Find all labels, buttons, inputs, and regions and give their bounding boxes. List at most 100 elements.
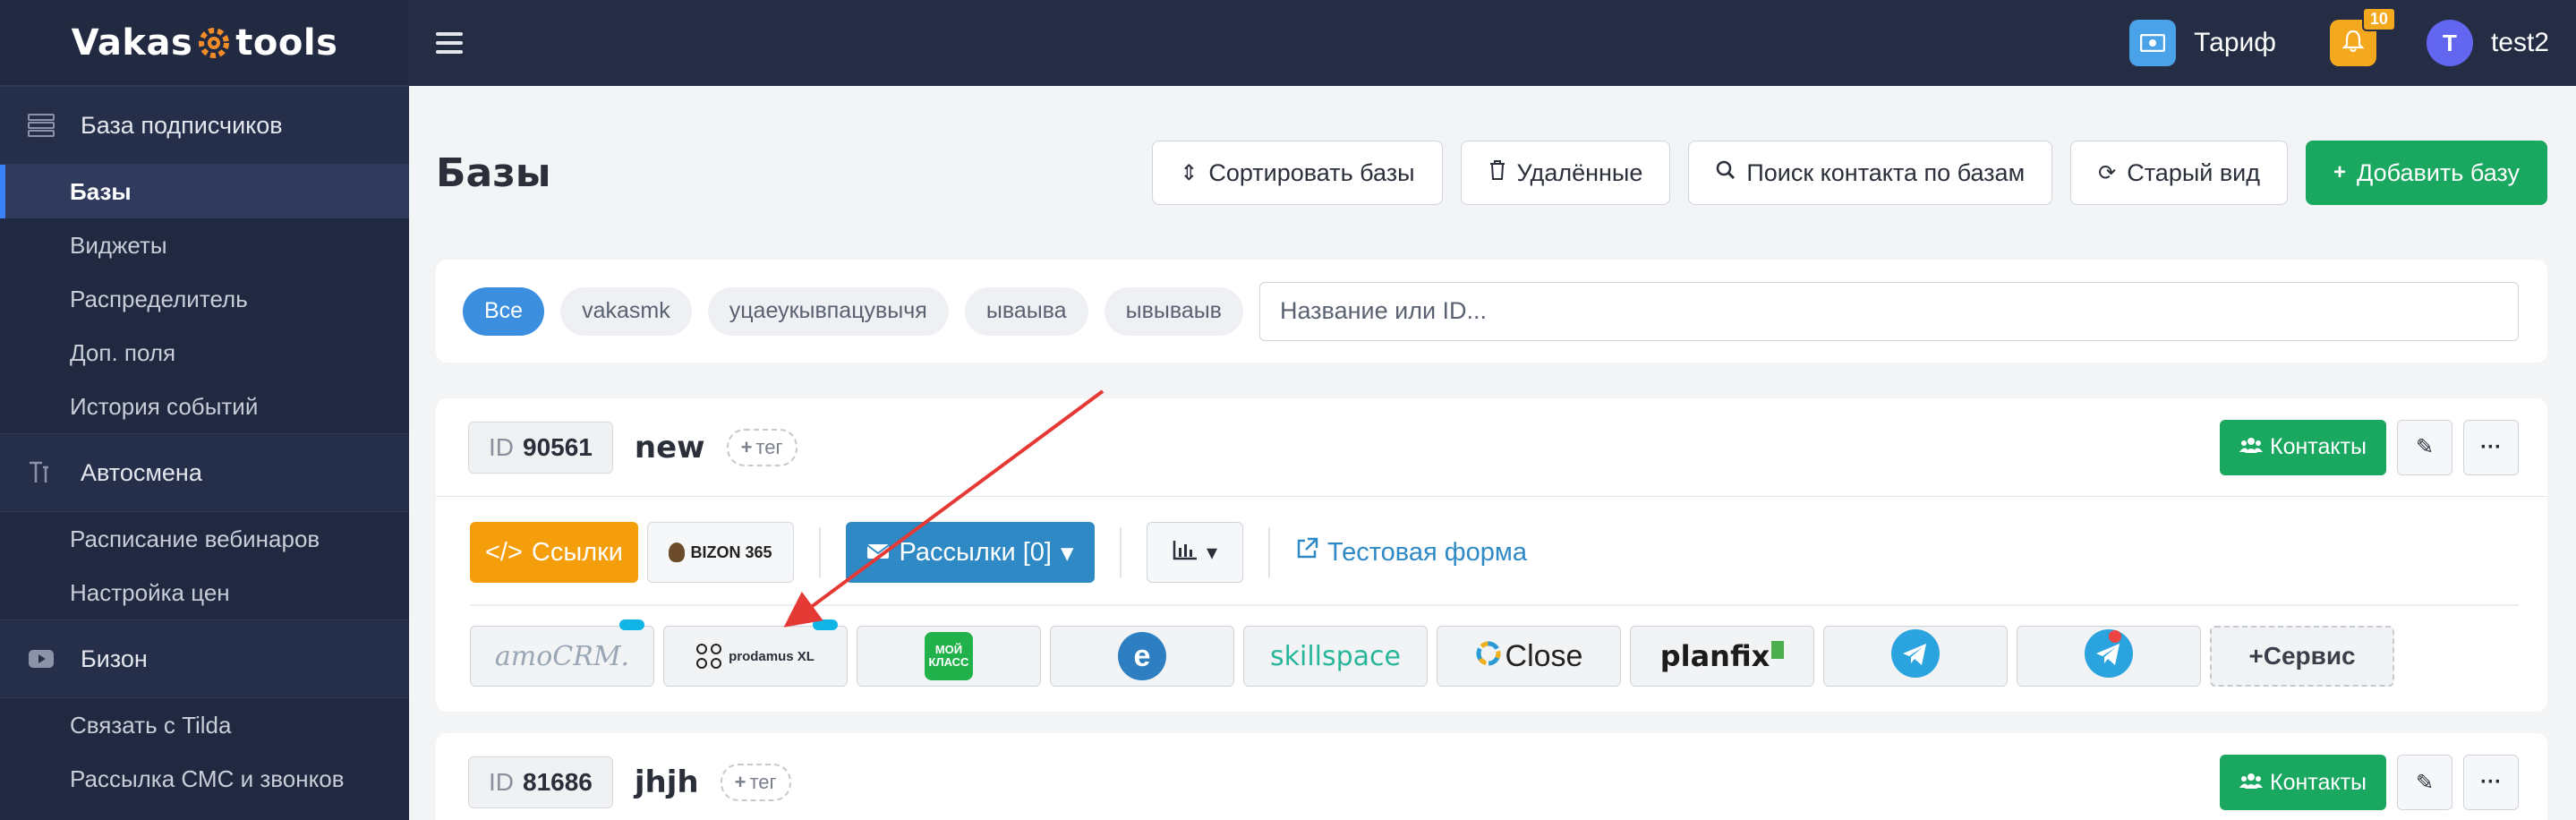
add-base-label: Добавить базу [2357, 158, 2520, 186]
service-moyklass[interactable]: МОЙ КЛАСС [857, 626, 1041, 687]
menu-toggle-icon[interactable] [436, 32, 463, 54]
sidebar-item-extra-fields[interactable]: Доп. поля [0, 326, 409, 380]
mailings-button[interactable]: Рассылки [0] ▾ [846, 522, 1095, 583]
ellipsis-icon: ··· [2480, 434, 2502, 459]
moyklass-logo: МОЙ КЛАСС [925, 632, 973, 680]
users-icon [2239, 434, 2264, 460]
telegram-icon [1891, 628, 1940, 684]
sidebar-item-widgets[interactable]: Виджеты [0, 218, 409, 272]
plus-icon: + [2248, 642, 2264, 670]
close-label: Close [1505, 638, 1583, 673]
status-pill [619, 619, 644, 630]
sidebar-section-label: Бизон [81, 645, 148, 672]
money-icon [2129, 20, 2177, 66]
bizon-label: BIZON 365 [690, 542, 772, 561]
service-telegram[interactable] [1823, 626, 2008, 687]
envelope-icon [866, 538, 891, 568]
service-close[interactable]: Close [1437, 626, 1621, 687]
amocrm-logo: amoCRM. [494, 640, 630, 672]
filter-chip[interactable]: vakasmk [560, 286, 692, 336]
sidebar-item-sms-calls[interactable]: Рассылка СМС и звонков [0, 752, 409, 806]
moyklass-text-1: МОЙ [934, 643, 963, 656]
service-planfix[interactable]: planfix [1630, 626, 1814, 687]
sidebar-section-subscribers[interactable]: База подписчиков [0, 86, 409, 165]
pencil-icon: ✎ [2415, 435, 2435, 459]
sidebar-item-event-history[interactable]: История событий [0, 380, 409, 433]
moyklass-text-2: КЛАСС [928, 655, 969, 669]
caret-down-icon: ▾ [1060, 538, 1074, 568]
service-e-logo[interactable]: e [1050, 626, 1234, 687]
main-content: Базы ⇕ Сортировать базы Удалённые Поиск … [409, 86, 2576, 820]
status-dot [2109, 630, 2121, 643]
sidebar-item-tilda[interactable]: Связать с Tilda [0, 698, 409, 752]
ellipsis-icon: ··· [2480, 770, 2502, 794]
page-header: Базы ⇕ Сортировать базы Удалённые Поиск … [436, 86, 2547, 260]
service-prodamus[interactable]: prodamus XL [663, 619, 848, 687]
filter-chip[interactable]: уцаеукывпацувычя [707, 286, 949, 336]
bizon-button[interactable]: BIZON 365 [647, 522, 794, 583]
user-menu[interactable]: T test2 [2426, 20, 2549, 66]
more-button[interactable]: ··· [2463, 419, 2519, 475]
planfix-label: planfix [1659, 639, 1770, 673]
sort-bases-button[interactable]: ⇕ Сортировать базы [1152, 141, 1443, 205]
contacts-label: Контакты [2270, 769, 2367, 795]
database-card-body: </> Ссылки BIZON 365 Рассылки [0] ▾ ▾ Те… [436, 497, 2547, 712]
add-service-label: Сервис [2263, 642, 2356, 670]
pencil-icon: ✎ [2415, 770, 2435, 795]
sidebar-item-distributor[interactable]: Распределитель [0, 272, 409, 326]
divider [470, 604, 2519, 606]
links-label: Ссылки [531, 537, 624, 567]
contacts-button[interactable]: Контакты [2220, 419, 2386, 475]
sidebar-item-bases[interactable]: Базы [0, 165, 409, 218]
deleted-button[interactable]: Удалённые [1460, 141, 1671, 205]
divider [1268, 527, 1270, 577]
links-button[interactable]: </> Ссылки [470, 522, 638, 583]
add-base-button[interactable]: + Добавить базу [2306, 141, 2547, 205]
plus-icon: + [740, 435, 753, 458]
tariff-label: Тариф [2194, 28, 2276, 57]
test-form-link[interactable]: Тестовая форма [1295, 537, 1527, 568]
add-tag-button[interactable]: + тег [720, 764, 791, 801]
database-card-header: ID 90561 new + тег Контакты ✎ ··· [436, 398, 2547, 497]
sidebar-item-webinar-schedule[interactable]: Расписание вебинаров [0, 512, 409, 566]
database-name[interactable]: new [635, 430, 705, 466]
more-button[interactable]: ··· [2463, 755, 2519, 810]
edit-button[interactable]: ✎ [2397, 419, 2452, 475]
plus-icon: + [734, 771, 746, 793]
sidebar-section-bizon[interactable]: Бизон [0, 619, 409, 698]
edit-button[interactable]: ✎ [2397, 755, 2452, 810]
filter-chip-all[interactable]: Все [463, 286, 545, 336]
contacts-button[interactable]: Контакты [2220, 755, 2386, 810]
youtube-icon [27, 645, 55, 673]
service-amocrm[interactable]: amoCRM. [470, 619, 654, 687]
sidebar-item-price-settings[interactable]: Настройка цен [0, 566, 409, 619]
tariff-button[interactable]: Тариф [2129, 20, 2276, 66]
sidebar-section-autoshift[interactable]: Автосмена [0, 433, 409, 512]
old-view-button[interactable]: ⟳ Старый вид [2070, 141, 2289, 205]
filter-chip[interactable]: ываыва [964, 286, 1088, 336]
sidebar: Vakas tools База подписчиков Базы Виджет… [0, 0, 409, 820]
prodamus-logo-icon [696, 644, 722, 669]
database-card-header: ID 81686 jhjh + тег Контакты ✎ ··· [436, 733, 2547, 820]
bar-chart-icon [1173, 539, 1198, 567]
stats-button[interactable]: ▾ [1147, 522, 1243, 583]
service-skillspace[interactable]: skillspace [1243, 626, 1428, 687]
base-search-input[interactable] [1258, 281, 2519, 341]
add-tag-button[interactable]: + тег [726, 428, 798, 466]
search-contact-button[interactable]: Поиск контакта по базам [1688, 141, 2053, 205]
filter-chip[interactable]: ывываыв [1104, 286, 1243, 336]
topbar: Тариф 10 T test2 [409, 0, 2576, 86]
service-telegram-bot[interactable] [2017, 626, 2201, 687]
refresh-icon: ⟳ [2098, 160, 2117, 185]
deleted-label: Удалённые [1516, 158, 1643, 186]
external-link-icon [1295, 537, 1318, 568]
sidebar-section-label: Автосмена [81, 458, 202, 486]
close-logo-icon [1475, 640, 1502, 673]
add-service-button[interactable]: + Сервис [2210, 626, 2394, 687]
brand-right: tools [235, 21, 338, 64]
brand-logo[interactable]: Vakas tools [0, 0, 409, 86]
prodamus-label: prodamus XL [729, 648, 815, 664]
notifications-button[interactable]: 10 [2329, 7, 2396, 66]
database-name[interactable]: jhjh [635, 764, 699, 800]
e-logo-icon: e [1118, 632, 1166, 680]
